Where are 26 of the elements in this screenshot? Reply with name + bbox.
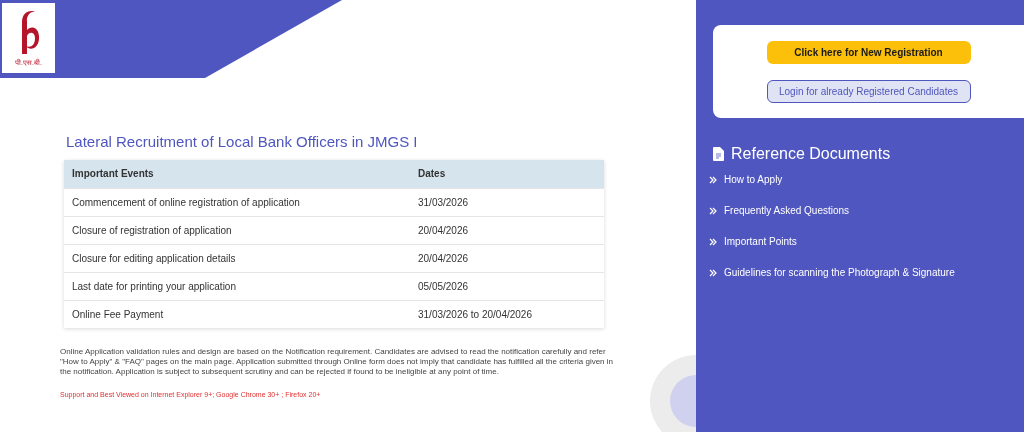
table-cell: 31/03/2026 (410, 188, 604, 216)
reference-heading: Reference Documents (731, 146, 891, 162)
document-icon (713, 147, 724, 161)
double-chevron-icon (709, 207, 717, 215)
page-title: Lateral Recruitment of Local Bank Officers in JMGS I (66, 134, 419, 149)
table-cell: 31/03/2026 to 20/04/2026 (410, 300, 604, 328)
registration-button[interactable]: Click here for New Registration (766, 40, 971, 64)
table-cell: 20/04/2026 (410, 216, 604, 244)
table-cell: Commencement of online registration of application (64, 188, 410, 216)
table-cell: Closure of registration of application (64, 216, 410, 244)
double-chevron-icon (709, 269, 717, 277)
table-cell: 20/04/2026 (410, 244, 604, 272)
double-chevron-icon (709, 238, 717, 246)
table-cell: Closure for editing application details (64, 244, 410, 272)
login-button[interactable]: Login for already Registered Candidates (766, 79, 971, 103)
table-cell: Online Fee Payment (64, 300, 410, 328)
column-header: Important Events (64, 160, 410, 188)
reference-link[interactable]: Important Points (724, 236, 797, 248)
double-chevron-icon (709, 176, 717, 184)
reference-link[interactable]: Frequently Asked Questions (724, 205, 850, 217)
column-header: Dates (410, 160, 604, 188)
reference-link[interactable]: Guidelines for scanning the Photograph & Signature (724, 267, 955, 279)
table-cell: Last date for printing your application (64, 272, 410, 300)
reference-link[interactable]: How to Apply (724, 174, 783, 186)
notice-paragraph: Online Application validation rules and design are based on the Notification requirement. Candidates are advised to read the notification carefully and refer "How to Apply" & "FAQ" pages on the main page. Application submitted through Online form does not imply that candidate has fulfilled all the criteria given in the notification. Application is subject to subsequent scrutiny and can be rejected if found to be ineligible at any point of time. (60, 347, 614, 377)
table-cell: 05/05/2026 (410, 272, 604, 300)
